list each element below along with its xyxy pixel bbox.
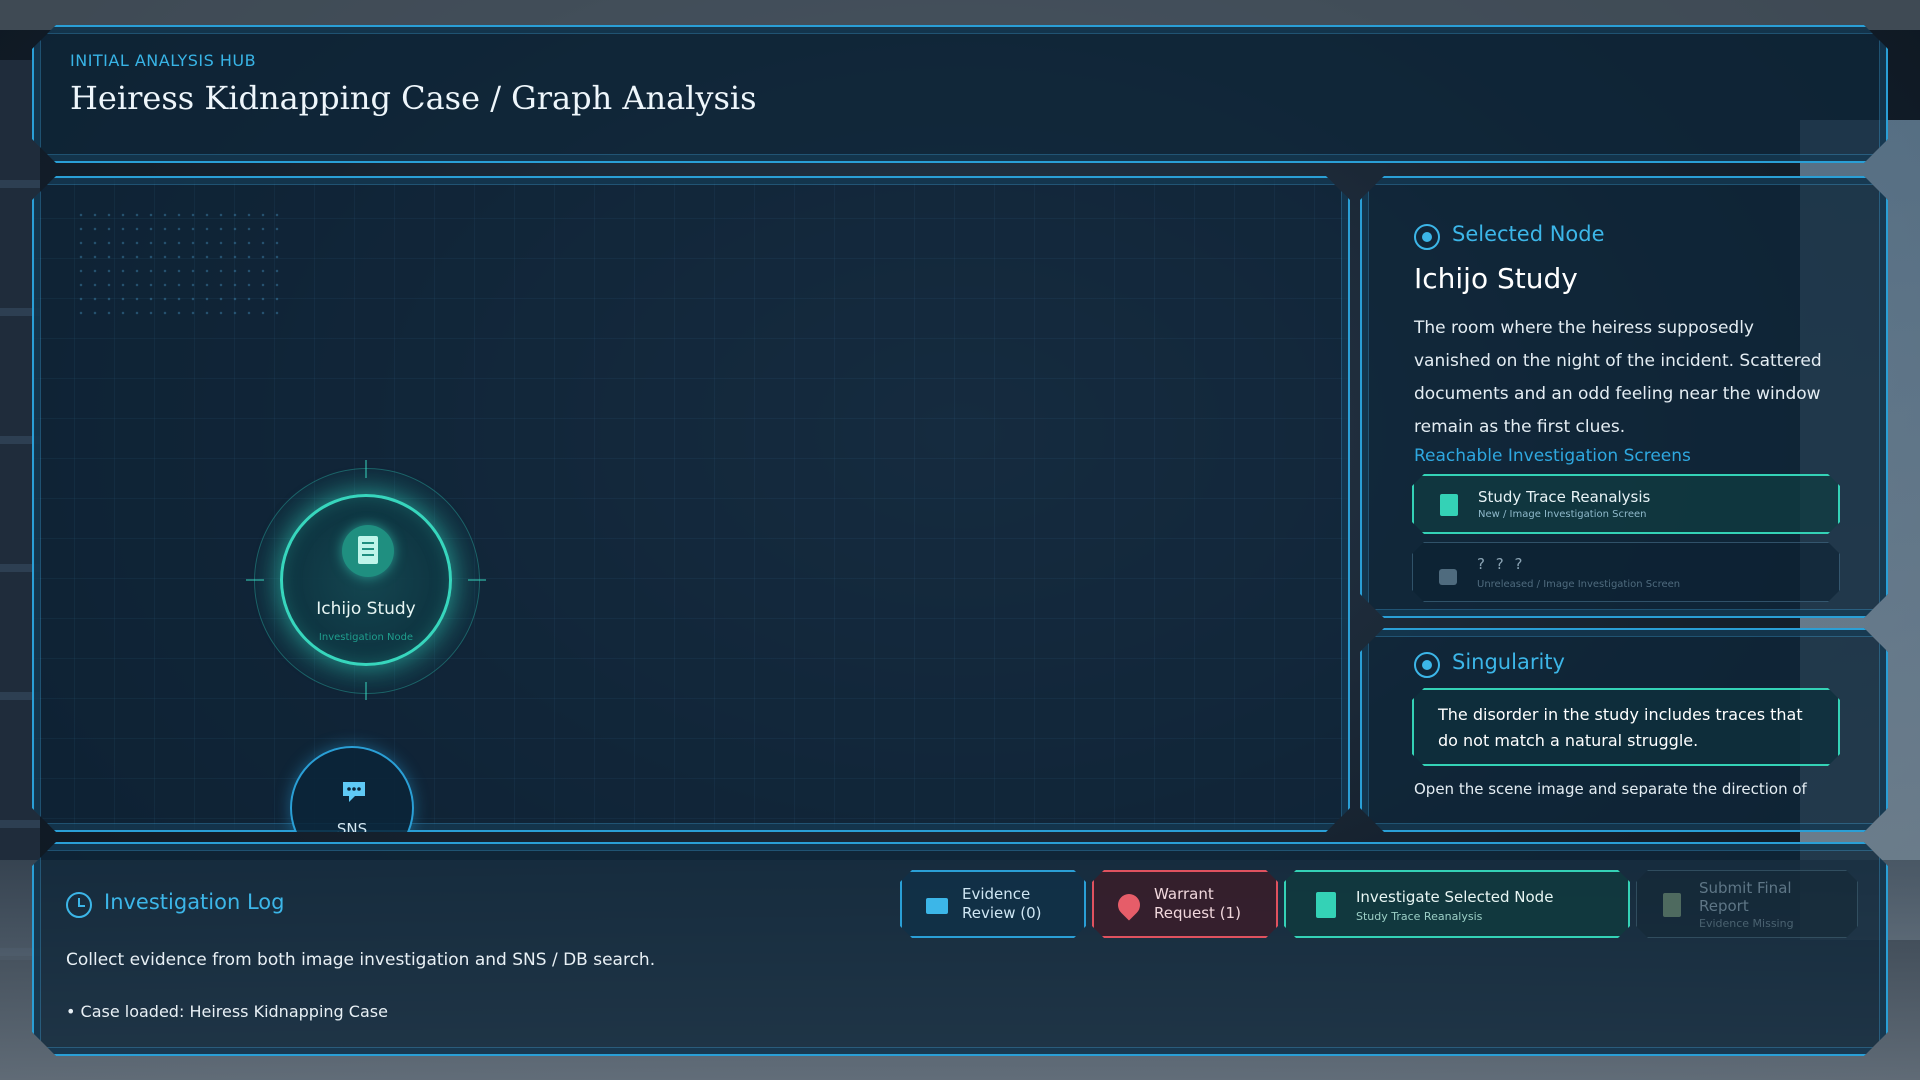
log-heading: Investigation Log [104, 890, 285, 914]
document-icon [1316, 892, 1336, 918]
lock-icon [1439, 569, 1457, 585]
evidence-review-button[interactable]: Evidence Review (0) [900, 870, 1086, 938]
document-icon [1440, 494, 1458, 516]
screen-card-title: ? ? ? [1477, 555, 1526, 573]
screen-card-sub: New / Image Investigation Screen [1478, 509, 1647, 520]
button-line: Review (0) [962, 904, 1042, 922]
button-line: Submit Final [1699, 879, 1792, 897]
button-sublabel: Study Trace Reanalysis [1356, 910, 1483, 923]
star-icon [1414, 652, 1440, 678]
report-icon [1663, 893, 1681, 917]
hub-label: INITIAL ANALYSIS HUB [70, 51, 257, 70]
reachable-screens-heading: Reachable Investigation Screens [1414, 446, 1691, 466]
selected-node-name: Ichijo Study [1414, 262, 1578, 295]
log-entry: • Case loaded: Heiress Kidnapping Case [66, 1002, 388, 1021]
node-label: SNS [336, 820, 368, 838]
halo-tick [468, 579, 486, 581]
node-label: Ichijo Study [316, 599, 416, 619]
clock-icon [66, 892, 92, 918]
button-label: Investigate Selected Node [1356, 888, 1554, 906]
singularity-heading: Singularity [1452, 650, 1565, 674]
document-icon [342, 525, 394, 577]
button-label: Warrant Request (1) [1154, 885, 1241, 923]
singularity-panel: Singularity The disorder in the study in… [1360, 628, 1888, 832]
selected-node-panel: Selected Node Ichijo Study The room wher… [1360, 176, 1888, 618]
log-message: Collect evidence from both image investi… [66, 950, 656, 970]
halo-tick [365, 460, 367, 478]
screen-card-title: Study Trace Reanalysis [1478, 488, 1651, 506]
investigation-log-panel: Investigation Log Collect evidence from … [32, 842, 1888, 1056]
header-panel: INITIAL ANALYSIS HUB Heiress Kidnapping … [32, 25, 1888, 163]
screen-card-sub: Unreleased / Image Investigation Screen [1477, 579, 1681, 590]
singularity-highlight: The disorder in the study includes trace… [1412, 688, 1840, 766]
button-sublabel: Evidence Missing [1699, 917, 1794, 930]
button-line: Evidence [962, 885, 1031, 903]
button-label: Evidence Review (0) [962, 885, 1042, 923]
button-line: Request (1) [1154, 904, 1241, 922]
folder-icon [926, 898, 948, 914]
selected-node-description: The room where the heiress supposedly va… [1414, 318, 1822, 437]
chat-icon [341, 780, 367, 810]
target-icon [1414, 224, 1440, 250]
screen-card-study-trace[interactable]: Study Trace Reanalysis New / Image Inves… [1412, 474, 1840, 534]
button-line: Warrant [1154, 885, 1214, 903]
selected-node-heading: Selected Node [1452, 222, 1605, 246]
halo-tick [246, 579, 264, 581]
screen-card-locked: ? ? ? Unreleased / Image Investigation S… [1412, 542, 1840, 602]
submit-final-report-button[interactable]: Submit Final Report Evidence Missing [1636, 870, 1858, 938]
singularity-footer: Open the scene image and separate the di… [1414, 780, 1807, 798]
graph-panel[interactable]: Ichijo Study Investigation Node SNS [32, 176, 1350, 832]
graph-node-ichijo-study[interactable]: Ichijo Study Investigation Node [280, 494, 452, 666]
warrant-request-button[interactable]: Warrant Request (1) [1092, 870, 1278, 938]
page-title: Heiress Kidnapping Case / Graph Analysis [70, 79, 757, 117]
button-line: Report [1699, 897, 1749, 915]
button-label: Submit Final Report [1699, 879, 1792, 915]
investigate-selected-node-button[interactable]: Investigate Selected Node Study Trace Re… [1284, 870, 1630, 938]
node-sublabel: Investigation Node [318, 632, 414, 643]
halo-tick [365, 682, 367, 700]
dot-pattern [74, 208, 284, 318]
location-pin-icon [1113, 889, 1144, 920]
